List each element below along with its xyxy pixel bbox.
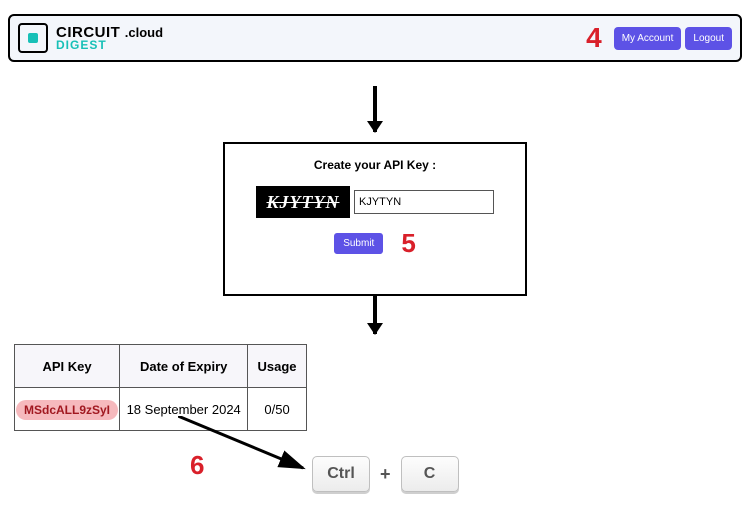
panel-title: Create your API Key :	[225, 158, 525, 172]
arrow-down-icon	[373, 294, 377, 334]
step-marker-4: 4	[586, 22, 602, 54]
captcha-input[interactable]	[354, 190, 494, 214]
create-api-key-panel: Create your API Key : KJYTYN Submit 5	[223, 142, 527, 296]
col-expiry: Date of Expiry	[120, 345, 248, 388]
top-bar: CIRCUIT .cloud DIGEST 4 My Account Logou…	[8, 14, 742, 62]
keyboard-shortcut: Ctrl + C	[312, 456, 459, 492]
chip-icon	[18, 23, 48, 53]
arrow-down-icon	[373, 86, 377, 132]
brand-suffix: .cloud	[125, 25, 163, 40]
api-key-value[interactable]: MSdcALL9zSyI	[16, 400, 118, 420]
arrow-diagonal-icon	[178, 416, 318, 476]
step-marker-5: 5	[401, 228, 415, 259]
my-account-button[interactable]: My Account	[614, 27, 682, 50]
logout-button[interactable]: Logout	[685, 27, 732, 50]
key-ctrl: Ctrl	[312, 456, 370, 492]
plus-sign: +	[380, 464, 391, 485]
col-api-key: API Key	[15, 345, 120, 388]
brand-logo: CIRCUIT .cloud DIGEST	[18, 23, 163, 53]
col-usage: Usage	[248, 345, 306, 388]
submit-button[interactable]: Submit	[334, 233, 383, 254]
captcha-image: KJYTYN	[256, 186, 350, 218]
key-c: C	[401, 456, 459, 492]
